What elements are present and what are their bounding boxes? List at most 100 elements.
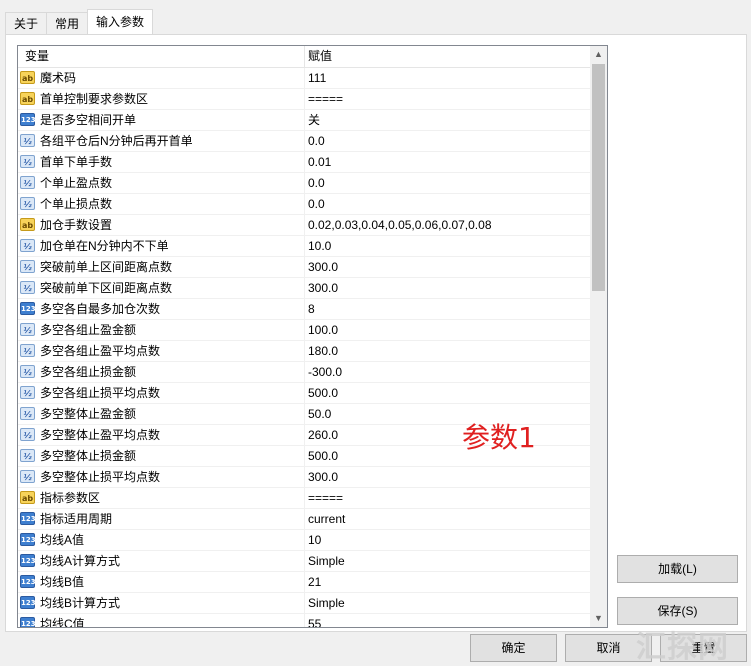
parameter-value[interactable]: -300.0 [308, 362, 342, 383]
load-button[interactable]: 加载(L) [617, 555, 738, 583]
header-variable[interactable]: 变量 [25, 46, 49, 67]
parameter-row[interactable]: 123 多空各自最多加仓次数 8 [18, 299, 590, 320]
parameter-value[interactable]: 300.0 [308, 467, 338, 488]
parameter-name: 是否多空相间开单 [40, 113, 137, 127]
tab-common[interactable]: 常用 [46, 12, 89, 34]
parameter-value[interactable]: 10.0 [308, 236, 331, 257]
column-separator [304, 551, 305, 572]
column-separator [304, 152, 305, 173]
parameter-row[interactable]: 123 是否多空相间开单 关 [18, 110, 590, 131]
double-type-icon: ½ [20, 428, 35, 441]
parameter-value[interactable]: 0.02,0.03,0.04,0.05,0.06,0.07,0.08 [308, 215, 492, 236]
parameter-value[interactable]: ===== [308, 488, 343, 509]
parameter-row[interactable]: 123 均线A值 10 [18, 530, 590, 551]
column-separator [304, 425, 305, 446]
parameter-name: 各组平仓后N分钟后再开首单 [40, 134, 193, 148]
string-type-icon: ab [20, 92, 35, 105]
column-separator [304, 194, 305, 215]
parameter-value[interactable]: 300.0 [308, 257, 338, 278]
tab-about[interactable]: 关于 [5, 12, 48, 34]
parameter-row[interactable]: ½ 多空各组止盈金额 100.0 [18, 320, 590, 341]
parameter-value[interactable]: 260.0 [308, 425, 338, 446]
ok-button[interactable]: 确定 [470, 634, 557, 662]
parameter-row[interactable]: ½ 突破前单下区间距离点数 300.0 [18, 278, 590, 299]
parameter-row[interactable]: 123 均线B值 21 [18, 572, 590, 593]
parameter-value[interactable]: current [308, 509, 345, 530]
parameter-row[interactable]: 123 均线B计算方式 Simple [18, 593, 590, 614]
parameter-name: 均线A值 [40, 533, 85, 547]
parameter-value[interactable]: 0.01 [308, 152, 331, 173]
parameter-name: 多空各自最多加仓次数 [40, 302, 161, 316]
parameter-name: 多空各组止盈金额 [40, 323, 137, 337]
parameter-row[interactable]: ½ 突破前单上区间距离点数 300.0 [18, 257, 590, 278]
parameter-row[interactable]: 123 均线A计算方式 Simple [18, 551, 590, 572]
parameter-row[interactable]: ½ 多空各组止盈平均点数 180.0 [18, 341, 590, 362]
integer-type-icon: 123 [20, 512, 36, 525]
column-separator [304, 614, 305, 627]
double-type-icon: ½ [20, 386, 35, 399]
parameter-value[interactable]: Simple [308, 551, 345, 572]
column-separator [304, 131, 305, 152]
parameter-value[interactable]: 8 [308, 299, 315, 320]
parameter-row[interactable]: ½ 各组平仓后N分钟后再开首单 0.0 [18, 131, 590, 152]
scroll-thumb[interactable] [592, 64, 605, 291]
parameter-row[interactable]: 123 指标适用周期 current [18, 509, 590, 530]
parameter-value[interactable]: ===== [308, 89, 343, 110]
parameter-row[interactable]: ½ 个单止盈点数 0.0 [18, 173, 590, 194]
parameter-value[interactable]: 111 [308, 68, 326, 89]
double-type-icon: ½ [20, 281, 35, 294]
parameter-value[interactable]: 0.0 [308, 194, 325, 215]
tab-bar: 关于 常用 输入参数 [5, 9, 154, 35]
parameter-value[interactable]: 50.0 [308, 404, 331, 425]
string-type-icon: ab [20, 218, 35, 231]
parameter-value[interactable]: 500.0 [308, 383, 338, 404]
scroll-down-icon[interactable]: ▼ [590, 610, 607, 627]
scroll-up-icon[interactable]: ▲ [590, 46, 607, 63]
column-separator [304, 236, 305, 257]
column-separator [304, 68, 305, 89]
parameter-value[interactable]: 500.0 [308, 446, 338, 467]
parameter-row[interactable]: ab 加仓手数设置 0.02,0.03,0.04,0.05,0.06,0.07,0.… [18, 215, 590, 236]
tab-inputs[interactable]: 输入参数 [87, 9, 154, 34]
parameter-value[interactable]: 关 [308, 110, 320, 131]
column-separator [304, 299, 305, 320]
parameter-value[interactable]: 0.0 [308, 173, 325, 194]
integer-type-icon: 123 [20, 575, 36, 588]
integer-type-icon: 123 [20, 533, 36, 546]
parameter-value[interactable]: Simple [308, 593, 345, 614]
integer-type-icon: 123 [20, 617, 36, 627]
save-button[interactable]: 保存(S) [617, 597, 738, 625]
parameter-row[interactable]: ab 魔术码 111 [18, 68, 590, 89]
parameter-name: 加仓手数设置 [40, 218, 113, 232]
double-type-icon: ½ [20, 323, 35, 336]
column-separator [304, 446, 305, 467]
parameter-value[interactable]: 100.0 [308, 320, 338, 341]
integer-type-icon: 123 [20, 302, 36, 315]
column-separator [304, 278, 305, 299]
parameter-row[interactable]: ½ 多空整体止损平均点数 300.0 [18, 467, 590, 488]
parameter-name: 加仓单在N分钟内不下单 [40, 239, 169, 253]
double-type-icon: ½ [20, 260, 35, 273]
parameter-row[interactable]: ½ 多空各组止损平均点数 500.0 [18, 383, 590, 404]
parameter-value[interactable]: 55 [308, 614, 321, 627]
parameter-row[interactable]: ½ 个单止损点数 0.0 [18, 194, 590, 215]
parameter-row[interactable]: ab 首单控制要求参数区 ===== [18, 89, 590, 110]
grid-header: 变量 赋值 [18, 46, 590, 68]
header-value[interactable]: 赋值 [308, 46, 332, 67]
parameter-row[interactable]: ½ 多空各组止损金额 -300.0 [18, 362, 590, 383]
parameter-row[interactable]: ½ 首单下单手数 0.01 [18, 152, 590, 173]
parameter-name: 个单止盈点数 [40, 176, 113, 190]
parameter-row[interactable]: ½ 加仓单在N分钟内不下单 10.0 [18, 236, 590, 257]
parameter-value[interactable]: 0.0 [308, 131, 325, 152]
parameter-row[interactable]: ab 指标参数区 ===== [18, 488, 590, 509]
parameter-value[interactable]: 10 [308, 530, 321, 551]
parameter-value[interactable]: 300.0 [308, 278, 338, 299]
parameter-name: 魔术码 [40, 71, 77, 85]
vertical-scrollbar[interactable]: ▲ ▼ [590, 46, 607, 627]
parameter-value[interactable]: 21 [308, 572, 321, 593]
parameter-value[interactable]: 180.0 [308, 341, 338, 362]
integer-type-icon: 123 [20, 596, 36, 609]
parameter-row[interactable]: 123 均线C值 55 [18, 614, 590, 627]
parameter-name: 多空整体止盈金额 [40, 407, 137, 421]
header-separator [304, 46, 305, 67]
